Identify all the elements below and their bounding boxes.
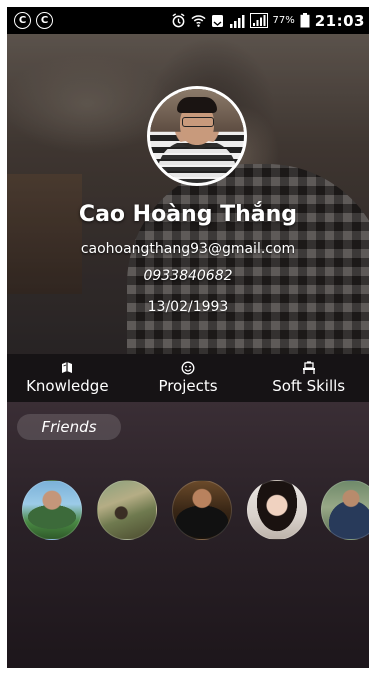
friend-avatar[interactable] — [247, 480, 307, 540]
notification-icon — [211, 14, 224, 28]
friend-avatar[interactable] — [97, 480, 157, 540]
profile-name: Cao Hoàng Thắng — [78, 202, 298, 227]
friend-avatar[interactable] — [321, 480, 369, 540]
avatar-shirt — [158, 141, 236, 183]
status-time: 21:03 — [314, 11, 365, 30]
friends-header[interactable]: Friends — [17, 414, 121, 440]
tab-knowledge[interactable]: Knowledge — [7, 354, 128, 402]
tab-knowledge-label: Knowledge — [26, 377, 109, 395]
section-tabs: Knowledge Projects Soft Skills — [7, 354, 369, 402]
friends-section: Friends — [7, 402, 369, 668]
battery-icon — [300, 13, 310, 28]
book-icon — [60, 361, 74, 375]
smiley-icon — [181, 361, 195, 375]
tab-projects[interactable]: Projects — [128, 354, 249, 402]
battery-percent: 77% — [272, 15, 295, 26]
profile-birthdate: 13/02/1993 — [147, 299, 229, 315]
friend-avatar[interactable] — [172, 480, 232, 540]
tab-projects-label: Projects — [158, 377, 218, 395]
status-bar: C C 77% 21:03 — [7, 7, 369, 34]
profile-phone[interactable]: 0933840682 — [7, 268, 369, 284]
friends-list — [7, 480, 369, 542]
wifi-icon — [190, 13, 206, 28]
c-circle-icon: C — [14, 12, 31, 29]
friend-avatar[interactable] — [22, 480, 82, 540]
phone-screen: C C 77% 21:03 Cao Hoàng Thắng caohoangth… — [7, 7, 369, 668]
tab-soft-skills[interactable]: Soft Skills — [248, 354, 369, 402]
alarm-icon — [171, 13, 186, 28]
profile-email[interactable]: caohoangthang93@gmail.com — [7, 241, 369, 257]
chair-icon — [301, 361, 317, 375]
status-left-icons: C C — [14, 12, 53, 29]
status-right-icons: 77% 21:03 — [171, 12, 365, 30]
avatar-glasses — [182, 117, 214, 127]
c-circle-icon: C — [36, 12, 53, 29]
signal-icon — [229, 14, 245, 28]
tab-soft-skills-label: Soft Skills — [272, 377, 346, 395]
signal-icon — [249, 13, 268, 28]
avatar-hair — [177, 97, 217, 113]
profile-header: Cao Hoàng Thắng caohoangthang93@gmail.co… — [7, 34, 369, 354]
profile-avatar[interactable] — [147, 86, 247, 186]
